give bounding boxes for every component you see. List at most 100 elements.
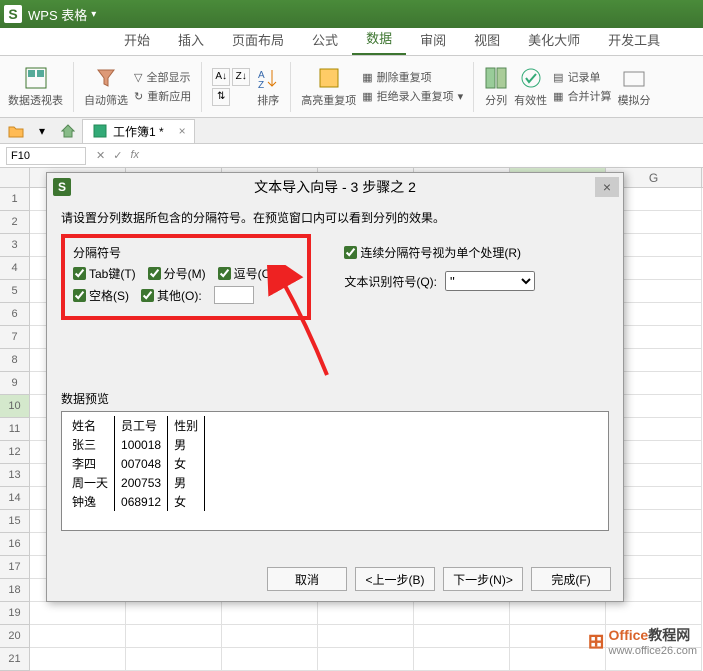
ribbon-autofilter[interactable]: 自动筛选 <box>84 66 128 108</box>
home-icon[interactable] <box>56 121 80 141</box>
row-header[interactable]: 20 <box>0 625 30 648</box>
row-header[interactable]: 2 <box>0 211 30 234</box>
cell[interactable] <box>318 648 414 671</box>
row-header[interactable]: 9 <box>0 372 30 395</box>
tab-start[interactable]: 开始 <box>110 24 164 55</box>
fx-icon[interactable]: fx <box>130 149 139 162</box>
tab-beautify[interactable]: 美化大师 <box>514 24 594 55</box>
cell[interactable] <box>30 625 126 648</box>
row-header[interactable]: 16 <box>0 533 30 556</box>
tab-view[interactable]: 视图 <box>460 24 514 55</box>
titlebar-dropdown-icon[interactable]: ▾ <box>91 9 96 20</box>
tab-formula[interactable]: 公式 <box>298 24 352 55</box>
cell[interactable] <box>126 602 222 625</box>
row-header[interactable]: 3 <box>0 234 30 257</box>
row-header[interactable]: 8 <box>0 349 30 372</box>
sort-desc-icon[interactable]: Z↓ <box>232 68 250 86</box>
row-header[interactable]: 7 <box>0 326 30 349</box>
fx-accept-icon[interactable]: ✓ <box>113 149 122 162</box>
new-doc-icon[interactable]: ▾ <box>30 121 54 141</box>
row-header[interactable]: 6 <box>0 303 30 326</box>
other-delimiter-input[interactable] <box>214 286 254 304</box>
ribbon-whatif[interactable]: 模拟分 <box>618 66 651 108</box>
open-folder-icon[interactable] <box>4 121 28 141</box>
tab-layout[interactable]: 页面布局 <box>218 24 298 55</box>
back-button[interactable]: <上一步(B) <box>355 567 435 591</box>
record-icon: ▤ <box>553 71 563 84</box>
cell[interactable] <box>222 648 318 671</box>
delimiter-legend: 分隔符号 <box>73 244 299 261</box>
ribbon-showall[interactable]: ▽全部显示 <box>134 69 191 85</box>
row-header[interactable]: 1 <box>0 188 30 211</box>
fx-cancel-icon[interactable]: ✕ <box>96 149 105 162</box>
cell[interactable] <box>318 625 414 648</box>
watermark-logo: ⊞ <box>588 629 605 654</box>
finish-button[interactable]: 完成(F) <box>531 567 611 591</box>
row-header[interactable]: 18 <box>0 579 30 602</box>
doc-tabs: ▾ 工作簿1 * × <box>0 118 703 144</box>
ribbon-highlight-dup[interactable]: 高亮重复项 <box>301 66 356 108</box>
row-header[interactable]: 17 <box>0 556 30 579</box>
ribbon-reapply[interactable]: ↻重新应用 <box>134 88 191 104</box>
preview-table: 姓名员工号性别 张三100018男 李四007048女 周一天200753男 钟… <box>66 416 205 511</box>
cell[interactable] <box>414 625 510 648</box>
tab-insert[interactable]: 插入 <box>164 24 218 55</box>
checkbox-consecutive[interactable]: 连续分隔符号视为单个处理(R) <box>344 244 535 261</box>
select-all-corner[interactable] <box>0 168 30 187</box>
checkbox-tab[interactable]: Tab键(T) <box>73 265 136 282</box>
sort-asc-icon[interactable]: A↓ <box>212 68 230 86</box>
ribbon-rejectdup[interactable]: ▦拒绝录入重复项▾ <box>362 88 463 104</box>
cell[interactable] <box>414 648 510 671</box>
row-header[interactable]: 19 <box>0 602 30 625</box>
sheet-icon <box>93 124 107 138</box>
ribbon-pivot[interactable]: 数据透视表 <box>8 66 63 108</box>
row-header[interactable]: 10 <box>0 395 30 418</box>
cell[interactable] <box>222 625 318 648</box>
ribbon-consolidate[interactable]: ▦合并计算 <box>553 88 611 104</box>
watermark: ⊞ Office教程网 www.office26.com <box>588 625 697 657</box>
row-header[interactable]: 15 <box>0 510 30 533</box>
row-header[interactable]: 4 <box>0 257 30 280</box>
cell[interactable] <box>30 648 126 671</box>
row-header[interactable]: 21 <box>0 648 30 671</box>
row-header[interactable]: 14 <box>0 487 30 510</box>
split-icon <box>484 66 508 90</box>
delimiter-group: 分隔符号 Tab键(T) 分号(M) 逗号(C) 空格(S) 其他(O): <box>61 234 311 320</box>
ribbon-highlight-label: 高亮重复项 <box>301 92 356 108</box>
cell[interactable] <box>30 602 126 625</box>
checkbox-comma[interactable]: 逗号(C) <box>218 265 275 282</box>
ribbon-record[interactable]: ▤记录单 <box>553 69 611 85</box>
cell[interactable] <box>222 602 318 625</box>
cell[interactable] <box>126 625 222 648</box>
doc-tab[interactable]: 工作簿1 * × <box>82 119 195 143</box>
cancel-button[interactable]: 取消 <box>267 567 347 591</box>
dialog-close-button[interactable]: × <box>595 177 619 197</box>
checkbox-other[interactable]: 其他(O): <box>141 287 202 304</box>
cell[interactable] <box>414 602 510 625</box>
ribbon-split[interactable]: 分列 <box>484 66 508 108</box>
next-button[interactable]: 下一步(N)> <box>443 567 523 591</box>
tab-data[interactable]: 数据 <box>352 22 406 55</box>
row-header[interactable]: 13 <box>0 464 30 487</box>
cell[interactable] <box>510 602 606 625</box>
text-qualifier-select[interactable]: " <box>445 271 535 291</box>
row-header[interactable]: 5 <box>0 280 30 303</box>
close-icon[interactable]: × <box>179 124 186 138</box>
name-box[interactable]: F10 <box>6 147 86 165</box>
cell[interactable] <box>126 648 222 671</box>
ribbon-deldup[interactable]: ▦删除重复项 <box>362 69 463 85</box>
tab-review[interactable]: 审阅 <box>406 24 460 55</box>
row-header[interactable]: 12 <box>0 441 30 464</box>
row-header[interactable]: 11 <box>0 418 30 441</box>
formula-bar: F10 ✕ ✓ fx <box>0 144 703 168</box>
cell[interactable] <box>606 602 702 625</box>
table-row: 张三100018男 <box>66 435 205 454</box>
tab-dev[interactable]: 开发工具 <box>594 24 674 55</box>
cell[interactable] <box>318 602 414 625</box>
checkbox-space[interactable]: 空格(S) <box>73 287 129 304</box>
ribbon-validity[interactable]: 有效性 <box>514 66 547 108</box>
sort-custom-icon[interactable]: ⇅ <box>212 88 230 106</box>
checkbox-semicolon[interactable]: 分号(M) <box>148 265 206 282</box>
ribbon-sort[interactable]: AZ 排序 <box>256 66 280 108</box>
ribbon-sort-label: 排序 <box>257 92 279 108</box>
